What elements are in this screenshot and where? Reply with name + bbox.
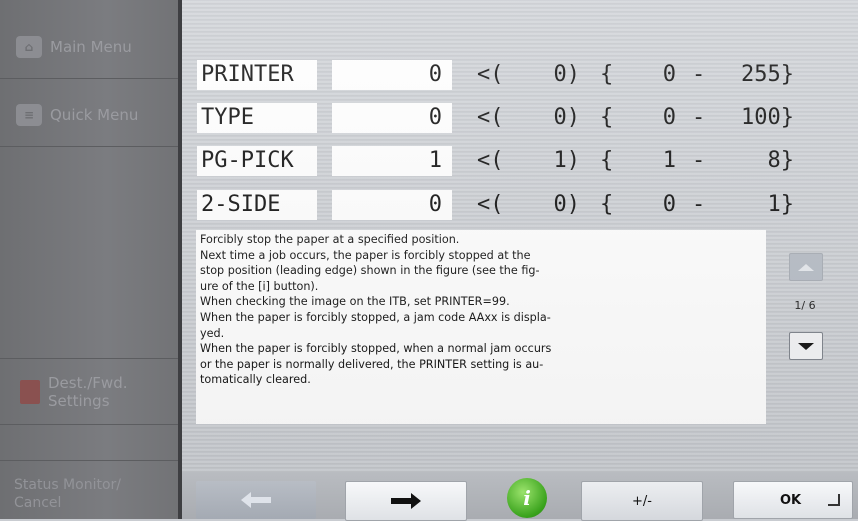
range-dash: - xyxy=(692,148,706,173)
param-value[interactable]: 0 xyxy=(332,103,452,133)
right-arrow-icon xyxy=(391,493,421,509)
left-arrow-icon xyxy=(241,492,271,508)
plus-minus-label: +/- xyxy=(632,493,652,509)
dest-fwd-settings-button[interactable]: Dest./Fwd. Settings xyxy=(0,372,178,412)
dest-fwd-label-line2: Settings xyxy=(48,392,110,410)
description-panel: Forcibly stop the paper at a specified p… xyxy=(196,230,766,424)
next-button[interactable] xyxy=(345,481,467,521)
range-open: { xyxy=(600,62,614,87)
page-down-button[interactable] xyxy=(789,332,823,360)
range-min: 0 xyxy=(662,105,676,130)
default-value: 1) xyxy=(553,148,581,173)
enter-icon xyxy=(828,494,840,506)
description-line: tomatically cleared. xyxy=(200,373,311,387)
range-max: 255} xyxy=(741,62,794,87)
param-value[interactable]: 0 xyxy=(332,190,452,220)
page-indicator: 1/ 6 xyxy=(794,299,816,312)
description-line: When checking the image on the ITB, set … xyxy=(200,295,510,309)
default-open: <( xyxy=(477,148,504,173)
address-book-icon xyxy=(20,380,40,404)
param-value[interactable]: 0 xyxy=(332,60,452,90)
param-row-pg-pick[interactable]: PG-PICK 1 <( 1) { 1 - 8} xyxy=(182,146,858,178)
info-button[interactable]: i xyxy=(507,478,547,518)
status-monitor-label-line2: Cancel xyxy=(14,495,62,511)
main-menu-button[interactable]: ⌂ Main Menu xyxy=(0,32,178,62)
range-dash: - xyxy=(692,192,706,217)
home-icon: ⌂ xyxy=(16,36,42,58)
param-name: TYPE xyxy=(197,103,317,133)
range-max: 100} xyxy=(741,105,794,130)
info-icon: i xyxy=(523,486,531,510)
description-line: Forcibly stop the paper at a specified p… xyxy=(200,233,460,246)
main-panel: PRINTER 0 <( 0) { 0 - 255} TYPE 0 <( 0) … xyxy=(182,0,858,472)
range-dash: - xyxy=(692,62,706,87)
param-row-type[interactable]: TYPE 0 <( 0) { 0 - 100} xyxy=(182,103,858,135)
quick-menu-button[interactable]: ≡ Quick Menu xyxy=(0,100,178,130)
range-max: 1} xyxy=(767,192,795,217)
range-min: 0 xyxy=(662,62,676,87)
ok-button[interactable]: OK xyxy=(733,481,853,519)
triangle-up-icon xyxy=(798,263,814,271)
default-value: 0) xyxy=(553,105,581,130)
main-menu-label: Main Menu xyxy=(50,38,132,56)
range-max: 8} xyxy=(767,148,795,173)
range-min: 1 xyxy=(662,148,676,173)
default-open: <( xyxy=(477,62,504,87)
default-open: <( xyxy=(477,105,504,130)
triangle-down-icon xyxy=(798,342,814,350)
description-line: When the paper is forcibly stopped, when… xyxy=(200,342,552,356)
range-open: { xyxy=(600,148,614,173)
dest-fwd-label-line1: Dest./Fwd. xyxy=(48,374,128,392)
range-open: { xyxy=(600,105,614,130)
range-open: { xyxy=(600,192,614,217)
range-min: 0 xyxy=(662,192,676,217)
param-value[interactable]: 1 xyxy=(332,146,452,176)
description-line: ure of the [i] button). xyxy=(200,279,319,293)
status-monitor-button[interactable]: Status Monitor/ Cancel xyxy=(14,476,164,512)
description-line: When the paper is forcibly stopped, a ja… xyxy=(200,310,551,324)
description-line: yed. xyxy=(200,326,225,340)
default-value: 0) xyxy=(553,62,581,87)
sidebar: ⌂ Main Menu ≡ Quick Menu Dest./Fwd. Sett… xyxy=(0,0,178,519)
param-name: PRINTER xyxy=(197,60,317,90)
bottom-toolbar: i +/- OK xyxy=(182,472,858,521)
default-value: 0) xyxy=(553,192,581,217)
quick-menu-icon: ≡ xyxy=(16,104,42,126)
param-row-2-side[interactable]: 2-SIDE 0 <( 0) { 0 - 1} xyxy=(182,190,858,222)
description-line: Next time a job occurs, the paper is for… xyxy=(200,248,531,262)
param-row-printer[interactable]: PRINTER 0 <( 0) { 0 - 255} xyxy=(182,60,858,92)
status-monitor-label-line1: Status Monitor/ xyxy=(14,477,121,493)
description-line: stop position (leading edge) shown in th… xyxy=(200,264,540,278)
param-name: PG-PICK xyxy=(197,146,317,176)
plus-minus-button[interactable]: +/- xyxy=(581,481,703,521)
range-dash: - xyxy=(692,105,706,130)
default-open: <( xyxy=(477,192,504,217)
quick-menu-label: Quick Menu xyxy=(50,106,139,124)
description-line: or the paper is normally delivered, the … xyxy=(200,357,544,371)
param-name: 2-SIDE xyxy=(197,190,317,220)
page-up-button[interactable] xyxy=(789,253,823,281)
back-button[interactable] xyxy=(196,481,316,519)
ok-label: OK xyxy=(780,492,802,508)
